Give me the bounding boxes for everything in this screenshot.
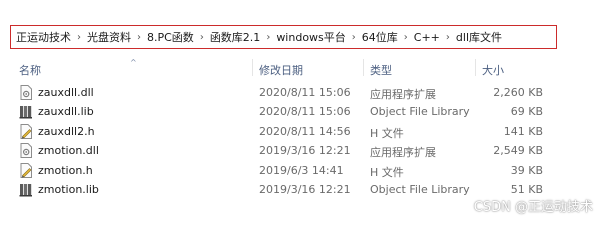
breadcrumb-item-8[interactable]: dll库文件 [456, 29, 502, 45]
file-type: Object File Library [370, 105, 470, 119]
file-date: 2020/8/11 14:56 [259, 124, 351, 138]
column-divider[interactable] [252, 59, 253, 76]
file-size: 141 KB [503, 124, 543, 138]
sort-ascending-icon: ^ [130, 58, 137, 67]
dll-file-icon [20, 85, 32, 100]
breadcrumb-item-2[interactable]: 光盘资料 [87, 29, 131, 45]
file-size: 39 KB [510, 163, 543, 177]
file-name: zmotion.dll [38, 144, 99, 158]
chevron-right-icon[interactable]: › [200, 32, 204, 43]
chevron-right-icon[interactable]: › [352, 32, 356, 43]
lib-file-icon [19, 106, 32, 119]
chevron-right-icon[interactable]: › [77, 32, 81, 43]
breadcrumb-item-1[interactable]: 正运动技术 [16, 29, 71, 45]
file-date: 2020/8/11 15:06 [259, 105, 351, 119]
chevron-right-icon[interactable]: › [137, 32, 141, 43]
watermark-text: CSDN @正运动技术 [473, 200, 593, 215]
column-divider[interactable] [363, 59, 364, 76]
file-row[interactable]: zauxdll.dll 2020/8/11 15:06 应用程序扩展 2,260… [0, 83, 601, 102]
lib-file-icon [19, 183, 32, 197]
file-name: zmotion.h [38, 163, 93, 177]
file-date: 2020/8/11 15:06 [259, 86, 351, 99]
file-type: 应用程序扩展 [370, 146, 436, 160]
chevron-right-icon[interactable]: › [446, 32, 450, 43]
address-bar-breadcrumb[interactable]: 正运动技术 › 光盘资料 › 8.PC函数 › 函数库2.1 › windows… [10, 25, 557, 49]
breadcrumb-item-6[interactable]: 64位库 [362, 29, 398, 45]
breadcrumb-item-7[interactable]: C++ [414, 31, 440, 44]
h-file-icon [20, 162, 32, 178]
file-row[interactable]: zauxdll.lib 2020/8/11 15:06 Object File … [0, 102, 601, 121]
breadcrumb-item-4[interactable]: 函数库2.1 [210, 29, 261, 45]
breadcrumb-item-5[interactable]: windows平台 [276, 29, 345, 45]
column-header-type[interactable]: 类型 [370, 62, 392, 78]
file-explorer-window: 正运动技术 › 光盘资料 › 8.PC函数 › 函数库2.1 › windows… [0, 0, 601, 219]
dll-file-icon [20, 143, 32, 159]
file-list: zauxdll.dll 2020/8/11 15:06 应用程序扩展 2,260… [0, 83, 601, 199]
file-size: 69 KB [510, 105, 543, 119]
chevron-right-icon[interactable]: › [266, 32, 270, 43]
file-name: zauxdll.lib [38, 105, 94, 119]
file-size: 2,549 KB [493, 144, 543, 158]
column-header-date[interactable]: 修改日期 [259, 62, 303, 78]
file-name: zauxdll2.h [38, 124, 95, 138]
chevron-right-icon[interactable]: › [404, 32, 408, 43]
file-date: 2019/3/16 12:21 [259, 182, 351, 196]
file-date: 2019/3/16 12:21 [259, 144, 351, 158]
file-date: 2019/6/3 14:41 [259, 163, 344, 177]
h-file-icon [20, 123, 32, 139]
file-type: H 文件 [370, 126, 404, 140]
file-row[interactable]: zmotion.dll 2019/3/16 12:21 应用程序扩展 2,549… [0, 141, 601, 160]
column-divider[interactable] [475, 59, 476, 76]
file-row[interactable]: zmotion.h 2019/6/3 14:41 H 文件 39 KB [0, 161, 601, 180]
file-type: 应用程序扩展 [370, 88, 436, 101]
file-type: Object File Library [370, 182, 470, 196]
file-row[interactable]: zauxdll2.h 2020/8/11 14:56 H 文件 141 KB [0, 122, 601, 141]
file-size: 51 KB [510, 182, 543, 196]
file-type: H 文件 [370, 165, 404, 179]
column-header-row: ^ 名称 修改日期 类型 大小 [0, 58, 601, 78]
file-name: zauxdll.dll [38, 86, 94, 99]
column-header-name[interactable]: 名称 [19, 62, 41, 78]
file-name: zmotion.lib [38, 182, 99, 196]
breadcrumb-item-3[interactable]: 8.PC函数 [147, 29, 194, 45]
column-header-size[interactable]: 大小 [482, 62, 504, 78]
file-size: 2,260 KB [493, 86, 543, 99]
